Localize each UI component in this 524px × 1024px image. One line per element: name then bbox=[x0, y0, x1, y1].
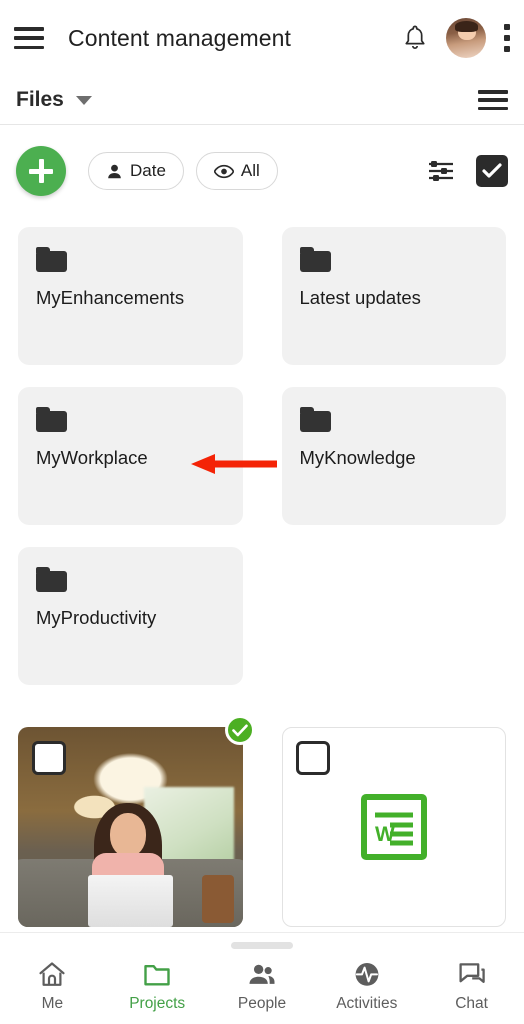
folder-card[interactable]: MyKnowledge bbox=[281, 387, 506, 525]
file-select-checkbox[interactable] bbox=[295, 741, 330, 775]
folder-icon bbox=[36, 567, 68, 592]
folder-name: Latest updates bbox=[299, 287, 421, 308]
nav-item-activities[interactable]: Activities bbox=[314, 961, 419, 1013]
nav-item-chat[interactable]: Chat bbox=[419, 961, 524, 1013]
avatar[interactable] bbox=[446, 18, 486, 58]
nav-label-chat: Chat bbox=[455, 995, 488, 1012]
folder-icon bbox=[299, 407, 332, 432]
home-icon bbox=[39, 962, 65, 986]
add-button[interactable] bbox=[16, 146, 66, 196]
check-circle-icon bbox=[224, 715, 255, 745]
people-icon bbox=[249, 964, 275, 984]
drag-handle[interactable] bbox=[231, 942, 293, 949]
nav-label-people: People bbox=[237, 995, 287, 1012]
app-screen: Content management Files Date All MyEnha… bbox=[0, 0, 524, 1024]
nav-label-me: Me bbox=[41, 995, 64, 1012]
file-card-document[interactable]: W bbox=[281, 727, 506, 927]
nav-item-me[interactable]: Me bbox=[0, 961, 105, 1013]
chevron-down-icon[interactable] bbox=[75, 95, 92, 105]
filter-chip-all-label: All bbox=[240, 161, 260, 180]
chat-bubbles-icon bbox=[459, 963, 485, 983]
folder-card[interactable]: Latest updates bbox=[281, 227, 506, 365]
folder-card[interactable]: MyWorkplace bbox=[18, 387, 243, 525]
file-grid: W bbox=[0, 715, 524, 927]
bottom-navigation: Me Projects People Activities Chat bbox=[0, 950, 524, 1024]
select-all-button[interactable] bbox=[476, 155, 508, 187]
person-icon bbox=[108, 164, 121, 178]
nav-label-projects: Projects bbox=[129, 995, 186, 1012]
hamburger-menu-icon[interactable] bbox=[14, 27, 44, 49]
tune-sliders-icon[interactable] bbox=[428, 159, 454, 183]
folder-name: MyKnowledge bbox=[299, 447, 416, 468]
folder-card[interactable]: MyEnhancements bbox=[18, 227, 243, 365]
svg-text:W: W bbox=[375, 823, 395, 846]
photo-bag bbox=[202, 875, 234, 923]
folder-name: MyWorkplace bbox=[36, 447, 148, 468]
photo-laptop bbox=[87, 875, 173, 927]
folder-grid: MyEnhancements Latest updates MyWorkplac… bbox=[0, 217, 524, 685]
eye-icon bbox=[213, 164, 234, 178]
word-document-icon: W bbox=[360, 794, 427, 860]
nav-label-activities: Activities bbox=[336, 995, 398, 1012]
bottom-sheet: Me Projects People Activities Chat bbox=[0, 932, 524, 1024]
content-toolbar: Date All bbox=[0, 125, 524, 217]
files-bar: Files bbox=[0, 76, 524, 124]
file-select-checkbox[interactable] bbox=[32, 741, 66, 775]
page-title: Content management bbox=[68, 24, 291, 51]
activity-pulse-icon bbox=[355, 963, 379, 986]
file-card-image[interactable] bbox=[18, 715, 255, 927]
nav-item-projects[interactable]: Projects bbox=[105, 961, 210, 1013]
folder-name: MyProductivity bbox=[36, 607, 157, 628]
photo-person-face bbox=[110, 813, 146, 857]
filter-chip-all[interactable]: All bbox=[195, 152, 278, 190]
kebab-menu-icon[interactable] bbox=[504, 24, 510, 52]
nav-item-people[interactable]: People bbox=[210, 961, 315, 1013]
filter-chip-date-label: Date bbox=[130, 161, 166, 180]
plus-icon bbox=[29, 159, 53, 183]
filter-chip-date[interactable]: Date bbox=[88, 152, 184, 190]
app-bar-actions bbox=[402, 18, 510, 58]
folder-icon bbox=[144, 965, 170, 986]
files-dropdown-label[interactable]: Files bbox=[16, 88, 64, 112]
bell-icon[interactable] bbox=[402, 24, 428, 52]
folder-icon bbox=[36, 407, 68, 432]
toolbar-actions bbox=[428, 155, 508, 187]
folder-card[interactable]: MyProductivity bbox=[18, 547, 243, 685]
checkbox-checked-icon bbox=[482, 163, 502, 178]
list-view-icon[interactable] bbox=[478, 90, 508, 110]
folder-icon bbox=[299, 247, 332, 272]
app-bar: Content management bbox=[0, 0, 524, 76]
folder-name: MyEnhancements bbox=[36, 287, 185, 308]
folder-icon bbox=[36, 247, 68, 272]
